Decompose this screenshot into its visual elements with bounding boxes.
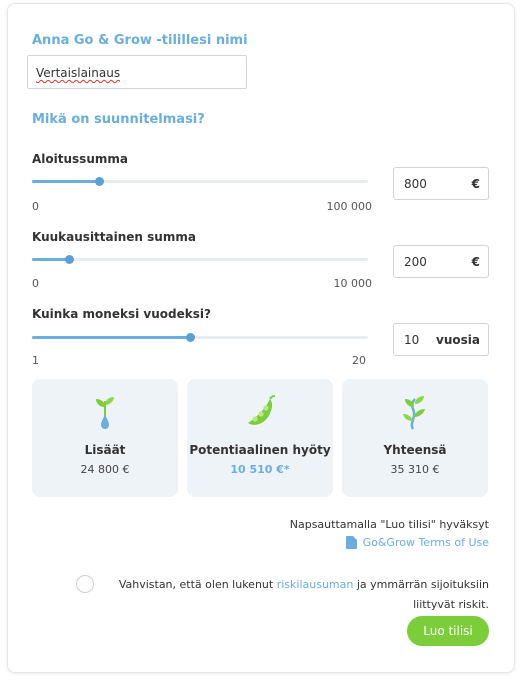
years-max: 20: [352, 354, 366, 367]
years-label: Kuinka moneksi vuodeksi?: [32, 307, 211, 321]
monthly-amount-input[interactable]: 200 €: [393, 245, 489, 278]
create-account-button[interactable]: Luo tilisi: [407, 616, 489, 646]
pdf-icon: [345, 536, 357, 549]
sprout-drop-icon: [96, 397, 114, 429]
pea-pod-icon: [248, 395, 276, 425]
monthly-amount-label: Kuukausittainen summa: [32, 230, 196, 244]
account-name-value: Vertaislainaus: [36, 66, 121, 80]
terms-notice: Napsauttamalla "Luo tilisi" hyväksyt: [289, 518, 489, 531]
confirm-text-after: ja ymmärrän sijoituksiin liittyvät riski…: [353, 578, 489, 611]
years-unit: vuosia: [436, 332, 480, 347]
account-name-input[interactable]: Vertaislainaus: [27, 55, 247, 89]
currency-unit: €: [471, 176, 480, 191]
growing-plant-icon: [403, 396, 425, 430]
initial-amount-label: Aloitussumma: [32, 152, 128, 166]
summary-value: 35 310 €: [390, 463, 440, 476]
summary-value: 10 510 €*: [230, 463, 290, 476]
monthly-amount-slider[interactable]: [32, 255, 368, 264]
initial-amount-min: 0: [32, 200, 39, 213]
risk-confirmation-checkbox[interactable]: [76, 575, 94, 593]
slider-handle[interactable]: [64, 255, 74, 264]
risk-statement-link[interactable]: riskilausuman: [277, 578, 354, 591]
monthly-amount-max: 10 000: [333, 277, 373, 290]
summary-value: 24 800 €: [80, 463, 130, 476]
initial-amount-input[interactable]: 800 €: [393, 167, 489, 200]
initial-amount-slider[interactable]: [32, 177, 368, 186]
monthly-amount-min: 0: [32, 277, 39, 290]
initial-amount-value: 800: [404, 176, 427, 191]
account-name-heading: Anna Go & Grow -tilillesi nimi: [32, 33, 248, 48]
years-input[interactable]: 10 vuosia: [393, 323, 489, 356]
summary-tile-added: Lisäät 24 800 €: [32, 379, 178, 497]
monthly-amount-value: 200: [404, 254, 427, 269]
terms-of-use-link[interactable]: Go&Grow Terms of Use: [345, 536, 489, 549]
slider-fill: [32, 336, 190, 339]
summary-tile-potential-gain: Potentiaalinen hyöty 10 510 €*: [187, 379, 333, 497]
currency-unit: €: [471, 254, 480, 269]
summary-title: Lisäät: [84, 443, 126, 457]
risk-confirmation-text: Vahvistan, että olen lukenut riskilausum…: [102, 575, 489, 615]
summary-title: Potentiaalinen hyöty: [189, 443, 331, 457]
summary-tile-total: Yhteensä 35 310 €: [342, 379, 488, 497]
terms-of-use-label: Go&Grow Terms of Use: [362, 536, 489, 549]
slider-fill: [32, 180, 100, 183]
years-slider[interactable]: [32, 333, 368, 342]
summary-title: Yhteensä: [383, 443, 447, 457]
plan-heading: Mikä on suunnitelmasi?: [32, 112, 205, 127]
years-value: 10: [404, 332, 420, 347]
years-min: 1: [32, 354, 39, 367]
slider-handle[interactable]: [185, 333, 195, 342]
initial-amount-max: 100 000: [326, 200, 373, 213]
confirm-text-before: Vahvistan, että olen lukenut: [118, 578, 277, 591]
slider-fill: [32, 258, 69, 261]
